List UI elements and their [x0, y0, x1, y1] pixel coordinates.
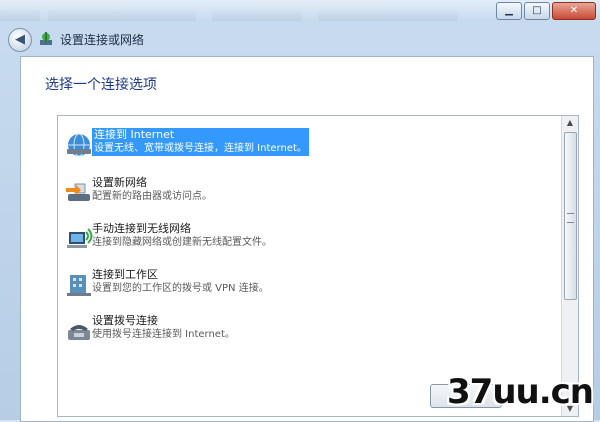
scroll-up-arrow-icon[interactable]: ▲ — [562, 116, 578, 130]
blurred-breadcrumb — [0, 9, 40, 21]
option-description: 设置无线、宽带或拨号连接，连接到 Internet。 — [94, 143, 307, 154]
option-description: 连接到隐藏网络或创建新无线配置文件。 — [92, 237, 272, 248]
option-connect-internet[interactable]: 连接到 Internet 设置无线、宽带或拨号连接，连接到 Internet。 — [58, 124, 548, 166]
wireless-computer-icon — [67, 228, 93, 248]
title-bar: ▁ □ ✕ — [0, 0, 600, 22]
close-button[interactable]: ✕ — [552, 2, 596, 20]
dialog-window: ▁ □ ✕ ◀ 设置连接或网络 选择一个连接选项 连接到 Internet 设置… — [0, 0, 600, 422]
workplace-icon — [67, 275, 91, 296]
page-title: 设置连接或网络 — [60, 33, 145, 47]
phone-modem-icon — [68, 325, 90, 340]
content-pane: 选择一个连接选项 连接到 Internet 设置无线、宽带或拨号连接，连接到 I… — [20, 56, 594, 422]
list-scrollbar[interactable]: ▲ ▼ — [561, 116, 578, 416]
option-description: 设置到您的工作区的拨号或 VPN 连接。 — [92, 283, 269, 294]
option-setup-network[interactable]: 设置新网络 配置新的路由器或访问点。 — [58, 172, 548, 214]
site-watermark: 37uu.cn — [447, 372, 594, 412]
option-title: 连接到工作区 — [92, 268, 158, 281]
back-arrow-icon[interactable]: ◀ — [8, 28, 32, 52]
address-bar: ◀ 设置连接或网络 — [0, 22, 600, 54]
maximize-button[interactable]: □ — [524, 2, 550, 20]
option-description: 使用拨号连接连接到 Internet。 — [92, 329, 235, 340]
blurred-breadcrumb — [116, 9, 196, 21]
option-dialup[interactable]: 设置拨号连接 使用拨号连接连接到 Internet。 — [58, 310, 548, 352]
option-manual-wireless[interactable]: 手动连接到无线网络 连接到隐藏网络或创建新无线配置文件。 — [58, 218, 548, 260]
option-title: 设置拨号连接 — [92, 314, 158, 327]
scroll-thumb[interactable] — [564, 132, 577, 300]
blurred-breadcrumb — [48, 9, 118, 21]
option-title: 连接到 Internet — [94, 128, 175, 141]
minimize-button[interactable]: ▁ — [496, 2, 522, 20]
option-connect-workplace[interactable]: 连接到工作区 设置到您的工作区的拨号或 VPN 连接。 — [58, 264, 548, 306]
option-title: 手动连接到无线网络 — [92, 222, 191, 235]
blurred-search — [318, 9, 458, 21]
blurred-breadcrumb — [212, 9, 302, 21]
option-description: 配置新的路由器或访问点。 — [92, 191, 212, 202]
globe-icon — [67, 133, 91, 157]
router-icon — [66, 183, 90, 201]
main-heading: 选择一个连接选项 — [45, 77, 157, 93]
scroll-grip-icon — [567, 213, 574, 223]
network-setup-icon — [40, 32, 52, 45]
option-title: 设置新网络 — [92, 176, 147, 189]
